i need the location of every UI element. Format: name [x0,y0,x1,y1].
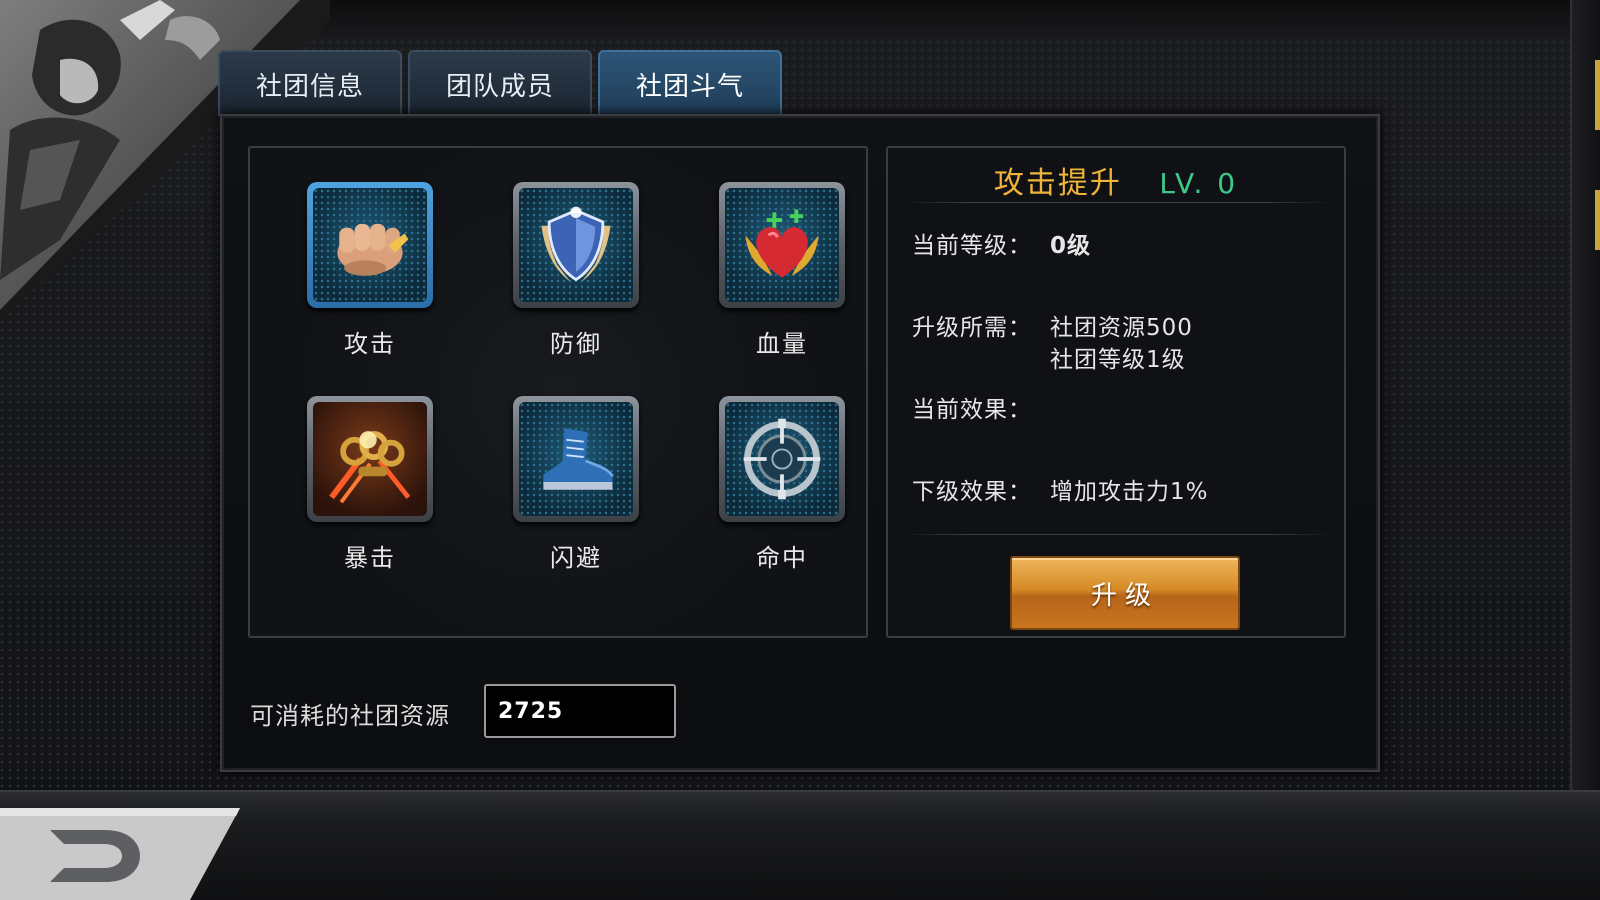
skill-accuracy[interactable]: 命中 [702,396,862,573]
skill-label: 血量 [756,330,808,358]
skill-label: 防御 [550,330,602,358]
upgrade-button[interactable]: 升级 [1010,556,1240,630]
current-level-row: 当前等级： 0级 [912,226,1090,260]
back-arrow-icon [0,808,240,900]
skill-label: 攻击 [344,330,396,358]
divider [902,534,1332,535]
current-level-value: 0级 [1050,233,1092,259]
knuckles-icon [313,402,427,516]
right-rail [1570,0,1600,900]
next-effect-row: 下级效果： 增加攻击力1% [912,472,1208,506]
requirement-club-level: 社团等级1级 [1050,347,1186,373]
skill-defense[interactable]: 防御 [496,182,656,359]
skill-label: 暴击 [344,544,396,572]
current-level-label: 当前等级： [912,233,1032,259]
skill-label: 命中 [756,544,808,572]
upgrade-requirement-label: 升级所需： [912,315,1032,341]
resource-label: 可消耗的社团资源 [250,702,450,730]
main-panel: 攻击 防御 血量 暴击 闪避 命中 攻击提升 LV. 0 当前等级： 0级 升级… [220,114,1380,772]
resource-value-field: 2725 [484,684,676,738]
requirement-resource: 社团资源500 [1050,315,1193,341]
skill-dodge[interactable]: 闪避 [496,396,656,573]
tab-club-info[interactable]: 社团信息 [218,50,402,116]
current-effect-label: 当前效果： [912,397,1032,423]
skill-label: 闪避 [550,544,602,572]
next-effect-label: 下级效果： [912,479,1032,505]
skill-level: LV. 0 [1159,167,1239,200]
skill-attack[interactable]: 攻击 [290,182,450,359]
upgrade-requirement-row: 升级所需： 社团资源500 社团等级1级 [912,308,1192,373]
next-effect-value: 增加攻击力1% [1050,479,1209,505]
detail-title: 攻击提升 LV. 0 [888,158,1344,204]
skill-detail-panel: 攻击提升 LV. 0 当前等级： 0级 升级所需： 社团资源500 社团等级1级… [886,146,1346,638]
divider [902,202,1332,203]
boot-icon [519,402,633,516]
bottom-bar [0,790,1600,900]
heart-icon [725,188,839,302]
tab-bar: 社团信息 团队成员 社团斗气 [218,50,782,116]
skill-health[interactable]: 血量 [702,182,862,359]
crosshair-icon [725,402,839,516]
shield-icon [519,188,633,302]
fist-icon [313,188,427,302]
skill-critical[interactable]: 暴击 [290,396,450,573]
skills-grid: 攻击 防御 血量 暴击 闪避 命中 [248,146,868,638]
skill-name: 攻击提升 [993,166,1122,201]
tab-club-spirit[interactable]: 社团斗气 [598,50,782,116]
current-effect-row: 当前效果： [912,390,1032,424]
tab-team-members[interactable]: 团队成员 [408,50,592,116]
back-button[interactable] [0,808,240,900]
